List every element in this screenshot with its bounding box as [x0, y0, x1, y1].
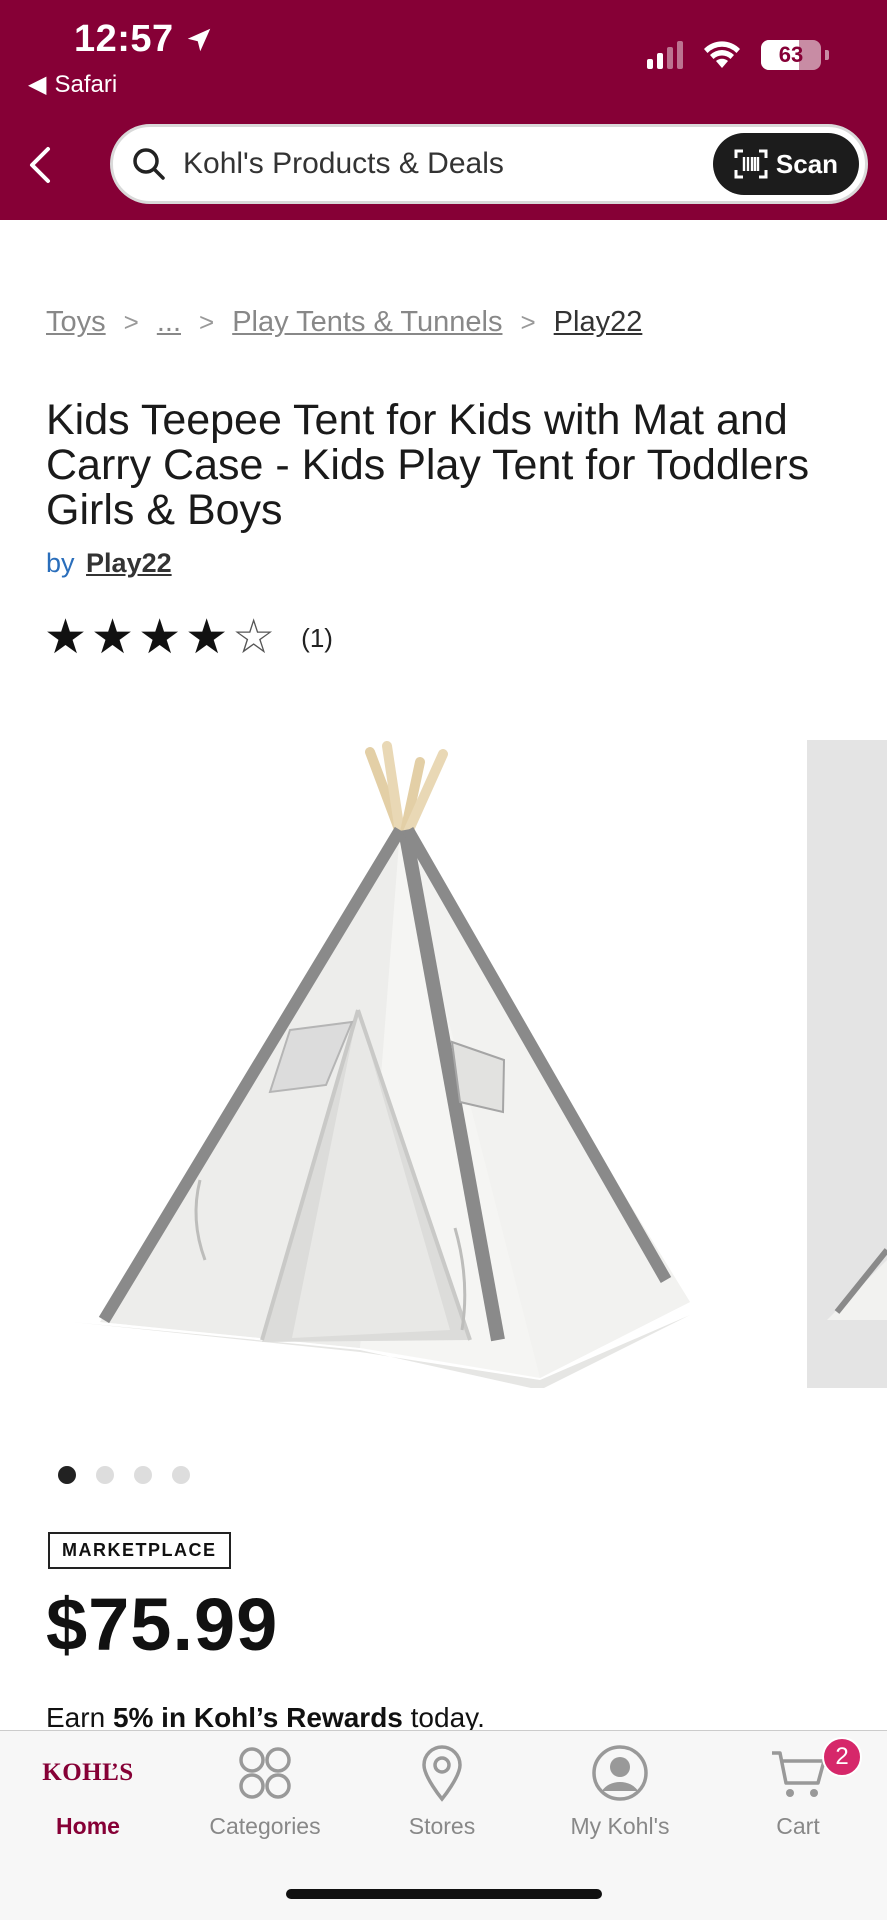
back-to-safari[interactable]: ◀ Safari — [28, 70, 117, 99]
cart-count-badge: 2 — [822, 1737, 862, 1777]
carousel-dots — [58, 1466, 190, 1484]
star-empty-icon: ☆ — [232, 611, 276, 664]
next-product-image[interactable] — [807, 740, 887, 1388]
breadcrumb-play22[interactable]: Play22 — [554, 306, 643, 339]
rewards-suffix: today. — [410, 1702, 485, 1733]
clock: 12:57 — [74, 18, 174, 60]
categories-icon — [239, 1747, 291, 1799]
tab-home-label: Home — [56, 1813, 120, 1839]
back-button[interactable] — [26, 140, 66, 190]
battery-tip — [825, 50, 829, 60]
tab-categories[interactable]: Categories — [185, 1743, 345, 1840]
barcode-scan-icon — [734, 149, 768, 179]
tab-stores[interactable]: Stores — [362, 1743, 522, 1840]
scan-label: Scan — [775, 148, 839, 179]
product-image[interactable] — [0, 740, 790, 1388]
search-icon — [133, 148, 165, 180]
rewards-bold: 5% in Kohl’s Rewards — [112, 1702, 403, 1733]
chevron-left-icon — [30, 147, 50, 183]
chevron-right-icon: > — [520, 307, 536, 337]
star-filled-icon: ★ — [138, 611, 182, 664]
tab-stores-label: Stores — [408, 1813, 476, 1839]
rating[interactable]: ★ ★ ★ ★ ☆ (1) — [44, 614, 333, 662]
app-header: 12:57 ◀ Safari 63 Kohl's Products & Deal… — [0, 0, 887, 220]
star-filled-icon: ★ — [91, 611, 135, 664]
account-icon — [592, 1745, 648, 1801]
breadcrumb-toys[interactable]: Toys — [46, 306, 106, 339]
chevron-right-icon: > — [123, 307, 139, 337]
back-app-label: Safari — [54, 70, 118, 98]
home-indicator[interactable] — [286, 1889, 602, 1899]
tab-my-kohls[interactable]: My Kohl's — [540, 1743, 700, 1840]
location-pin-icon — [422, 1745, 462, 1802]
review-count[interactable]: (1) — [301, 623, 333, 654]
search-input[interactable]: Kohl's Products & Deals — [183, 147, 713, 181]
status-indicators: 63 — [647, 40, 829, 70]
tab-my-kohls-label: My Kohl's — [570, 1813, 670, 1839]
status-time: 12:57 — [74, 18, 214, 61]
bottom-tab-bar: KOHĽS Home Categories Stores My Kohl's 2… — [0, 1730, 887, 1920]
star-filled-icon: ★ — [44, 611, 88, 664]
search-bar[interactable]: Kohl's Products & Deals Scan — [110, 124, 868, 204]
carousel-dot[interactable] — [96, 1466, 114, 1484]
brand-link[interactable]: Play22 — [86, 548, 172, 578]
chevron-right-icon: > — [199, 307, 215, 337]
breadcrumb-play-tents[interactable]: Play Tents & Tunnels — [232, 306, 502, 339]
cart-icon — [772, 1751, 826, 1797]
carousel-dot[interactable] — [58, 1466, 76, 1484]
byline: by Play22 — [46, 548, 172, 579]
kohls-logo: KOHĽS — [42, 1759, 134, 1786]
battery-icon: 63 — [761, 40, 821, 70]
back-triangle-icon: ◀ — [28, 71, 47, 98]
tab-cart[interactable]: 2 Cart — [718, 1737, 878, 1840]
marketplace-badge: MARKETPLACE — [48, 1532, 231, 1569]
product-title: Kids Teepee Tent for Kids with Mat and C… — [46, 396, 810, 534]
cellular-signal-icon — [647, 41, 683, 69]
star-filled-icon: ★ — [185, 611, 229, 664]
battery-level: 63 — [778, 42, 804, 67]
carousel-dot[interactable] — [134, 1466, 152, 1484]
tab-home[interactable]: KOHĽS Home — [8, 1743, 168, 1840]
breadcrumb: Toys > ... > Play Tents & Tunnels > Play… — [46, 306, 642, 339]
wifi-icon — [704, 41, 740, 68]
tab-cart-label: Cart — [776, 1813, 820, 1839]
carousel-dot[interactable] — [172, 1466, 190, 1484]
by-label: by — [46, 548, 75, 578]
breadcrumb-ellipsis[interactable]: ... — [157, 306, 181, 339]
scan-button[interactable]: Scan — [713, 133, 859, 195]
location-arrow-icon — [187, 28, 210, 51]
product-price: $75.99 — [46, 1583, 279, 1666]
rewards-prefix: Earn — [46, 1702, 106, 1733]
tab-categories-label: Categories — [209, 1813, 321, 1839]
